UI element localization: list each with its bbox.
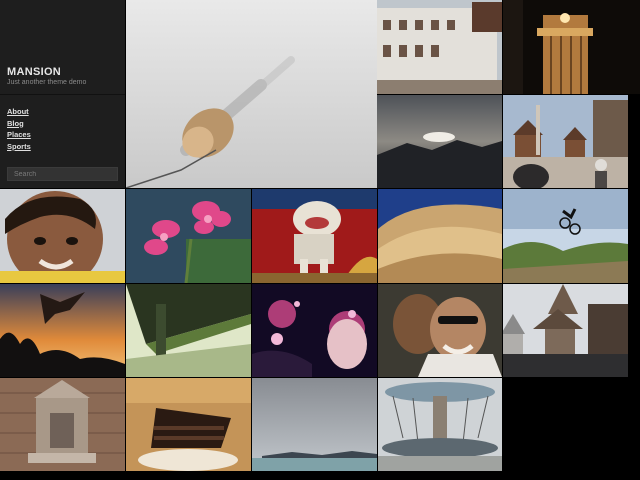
photo-bmx-jump-sky[interactable]: [503, 189, 628, 283]
photo-foggy-pier-post[interactable]: [126, 0, 377, 188]
sidebar: MANSION Just another theme demo About Bl…: [0, 0, 125, 188]
photo-temple-square-crowd[interactable]: [503, 95, 628, 188]
photo-skater-silhouette-sunset[interactable]: [0, 284, 125, 377]
photo-concert-lights[interactable]: [252, 284, 377, 377]
site-branding: MANSION Just another theme demo: [0, 0, 125, 95]
photo-couple-selfie[interactable]: [378, 284, 502, 377]
photo-lion-statue[interactable]: [252, 189, 377, 283]
photo-chocolate-cake[interactable]: [126, 378, 251, 471]
photo-white-building-street[interactable]: [377, 0, 502, 94]
site-tagline: Just another theme demo: [7, 79, 87, 86]
nav-link-sports[interactable]: Sports: [7, 142, 31, 151]
photo-abstract-curves[interactable]: [378, 189, 502, 283]
search-input[interactable]: [7, 167, 118, 181]
main-navigation: About Blog Places Sports: [7, 101, 31, 151]
photo-carousel-ride[interactable]: [378, 378, 502, 471]
photo-smiling-child[interactable]: [0, 189, 125, 283]
photo-bridge-underside[interactable]: [126, 284, 251, 377]
photo-stone-shrine[interactable]: [0, 378, 125, 471]
photo-sunset-over-mountains[interactable]: [377, 95, 502, 188]
photo-temple-pillar-night[interactable]: [503, 0, 640, 94]
site-title[interactable]: MANSION: [7, 66, 61, 78]
photo-pagodas[interactable]: [503, 284, 628, 377]
photo-misty-lake[interactable]: [252, 378, 377, 471]
photo-pink-flowers[interactable]: [126, 189, 251, 283]
